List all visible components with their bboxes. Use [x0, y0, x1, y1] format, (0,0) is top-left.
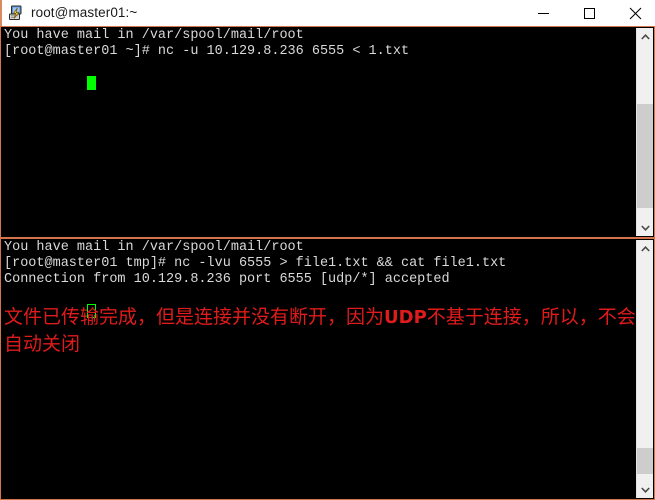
chevron-up-icon — [640, 245, 650, 252]
terminal-screen-bottom[interactable]: You have mail in /var/spool/mail/root [r… — [2, 240, 636, 498]
chevron-down-icon — [640, 224, 650, 231]
terminal-window: root@master01:~ You have mail in /var/sp… — [0, 0, 655, 500]
window-title: root@master01:~ — [31, 5, 138, 20]
maximize-button[interactable] — [566, 0, 612, 26]
scrollbar-top[interactable] — [636, 28, 653, 236]
terminal-pane-bottom[interactable]: You have mail in /var/spool/mail/root [r… — [0, 238, 655, 500]
terminal-cursor-row — [2, 60, 636, 90]
putty-icon — [7, 4, 25, 22]
title-bar: root@master01:~ — [0, 0, 655, 26]
terminal-line: [root@master01 tmp]# nc -lvu 6555 > file… — [4, 256, 507, 271]
close-button[interactable] — [612, 0, 655, 26]
maximize-icon — [583, 7, 595, 19]
annotation-text: 文件已传输完成，但是连接并没有断开，因为UDP不基于连接，所以，不会自动关闭 — [2, 304, 636, 357]
scrollbar-bottom[interactable] — [636, 240, 653, 498]
terminal-line: You have mail in /var/spool/mail/root — [4, 240, 304, 255]
annotation-prefix: 文件已传输完成，但是连接并没有断开，因为 — [4, 306, 385, 328]
chevron-down-icon — [640, 486, 650, 493]
scrollbar-thumb-top[interactable] — [637, 104, 653, 208]
scroll-up-button-bottom[interactable] — [637, 240, 653, 257]
terminal-line: [root@master01 ~]# nc -u 10.129.8.236 65… — [4, 44, 410, 59]
minimize-button[interactable] — [520, 0, 566, 26]
terminal-line: Connection from 10.129.8.236 port 6555 [… — [4, 272, 450, 287]
scroll-up-button-top[interactable] — [637, 28, 653, 45]
terminal-pane-top[interactable]: You have mail in /var/spool/mail/root [r… — [0, 26, 655, 238]
scroll-down-button-top[interactable] — [637, 219, 653, 236]
terminal-area: You have mail in /var/spool/mail/root [r… — [0, 26, 655, 500]
terminal-line: You have mail in /var/spool/mail/root — [4, 28, 304, 43]
scroll-down-button-bottom[interactable] — [637, 481, 653, 498]
terminal-screen-top[interactable]: You have mail in /var/spool/mail/root [r… — [2, 28, 636, 236]
title-bar-accent — [0, 0, 2, 26]
chevron-up-icon — [640, 33, 650, 40]
close-icon — [629, 7, 641, 19]
scrollbar-thumb-bottom[interactable] — [637, 448, 653, 474]
terminal-cursor-row — [2, 288, 636, 318]
minimize-icon — [537, 12, 549, 14]
terminal-cursor — [87, 76, 97, 90]
annotation-protocol: UDP — [384, 307, 427, 328]
